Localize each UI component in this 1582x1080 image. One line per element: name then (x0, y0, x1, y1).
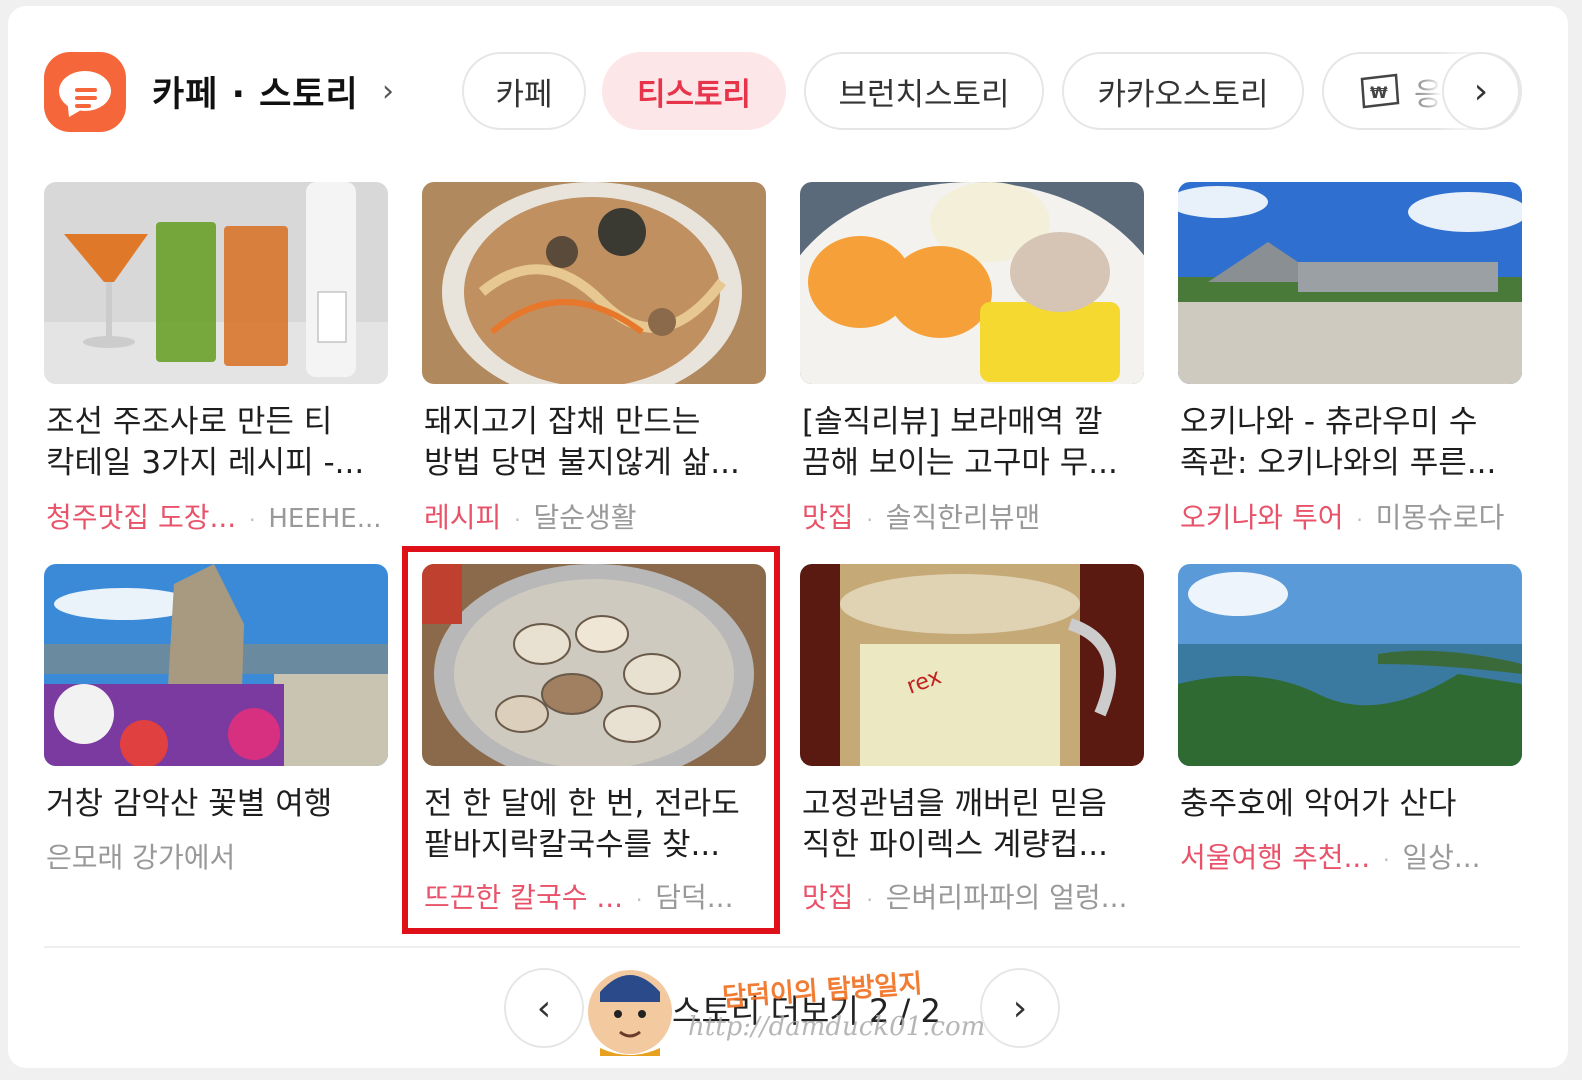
tab-cafe[interactable]: 카페 (462, 52, 586, 130)
post-thumbnail[interactable] (1178, 182, 1522, 384)
post-author[interactable]: 일상... (1402, 841, 1480, 874)
separator-dot: · (514, 508, 521, 532)
post-thumbnail[interactable] (800, 182, 1144, 384)
separator-dot: · (866, 508, 873, 532)
post-title-line: 직한 파이렉스 계량컵... (802, 827, 1108, 863)
post-title-line: 칵테일 3가지 레시피 -... (46, 445, 365, 481)
post-author[interactable]: 달순생활 (533, 501, 636, 534)
post-category[interactable]: 청주맛집 도장... (46, 501, 236, 534)
post-category[interactable]: 맛집 (802, 881, 854, 914)
post-title-line: 돼지고기 잡채 만드는 (424, 404, 701, 440)
post-category[interactable]: 오키나와 투어 (1180, 501, 1343, 534)
post-author[interactable]: 미몽슈로다 (1376, 501, 1505, 534)
post-meta: 오키나와 투어 · 미몽슈로다 (1180, 496, 1530, 536)
post-category[interactable]: 맛집 (802, 501, 854, 534)
post-title-line: 조선 주조사로 만든 티 (46, 404, 333, 440)
highlight-box (402, 546, 780, 934)
tab-kakao-story[interactable]: 카카오스토리 (1062, 52, 1304, 130)
post-thumbnail[interactable] (44, 182, 388, 384)
separator-dot: · (866, 888, 873, 912)
post-title[interactable]: 오키나와 - 츄라우미 수 족관: 오키나와의 푸른... (1180, 402, 1530, 484)
post-title-line: 방법 당면 불지않게 삶... (424, 445, 740, 481)
post-thumbnail[interactable] (44, 564, 388, 766)
svg-text:₩: ₩ (1370, 83, 1388, 102)
ticket-icon: ₩ (1360, 73, 1400, 109)
post-title-line: 거창 감악산 꽃별 여행 (46, 786, 333, 822)
post-title[interactable]: 조선 주조사로 만든 티 칵테일 3가지 레시피 -... (46, 402, 396, 484)
post-meta: 서울여행 추천... · 일상... (1180, 836, 1530, 876)
post-title-line: 고정관념을 깨버린 믿음 (802, 786, 1107, 822)
post-meta: 맛집 · 솔직한리뷰맨 (802, 496, 1152, 536)
post-thumbnail[interactable]: rex (800, 564, 1144, 766)
section-title[interactable]: 카페 · 스토리 (152, 66, 359, 116)
separator-dot: · (1383, 848, 1390, 872)
post-meta: 맛집 · 은벼리파파의 얼렁... (802, 876, 1152, 916)
pager-prev-button[interactable]: ‹ (504, 968, 584, 1048)
tab-brunch-story[interactable]: 브런치스토리 (804, 52, 1044, 130)
separator-dot: · (1356, 508, 1363, 532)
story-card (8, 6, 1568, 1068)
post-category[interactable]: 레시피 (424, 501, 501, 534)
post-title-line: 족관: 오키나와의 푸른... (1180, 445, 1497, 481)
post-meta: 청주맛집 도장... · HEEHE... (46, 496, 396, 536)
post-title-line: 끔해 보이는 고구마 무... (802, 445, 1118, 481)
post-title[interactable]: [솔직리뷰] 보라매역 깔 끔해 보이는 고구마 무... (802, 402, 1152, 484)
post-title[interactable]: 고정관념을 깨버린 믿음 직한 파이렉스 계량컵... (802, 784, 1152, 866)
watermark-url: http://damduck01.com (688, 1012, 986, 1042)
post-author[interactable]: 은벼리파파의 얼렁... (886, 881, 1128, 914)
pager-next-button[interactable]: › (980, 968, 1060, 1048)
post-title[interactable]: 돼지고기 잡채 만드는 방법 당면 불지않게 삶... (424, 402, 774, 484)
tab-tistory[interactable]: 티스토리 (602, 52, 786, 130)
post-title[interactable]: 충주호에 악어가 산다 (1180, 784, 1530, 825)
post-title-line: 오키나와 - 츄라우미 수 (1180, 404, 1478, 440)
post-author[interactable]: 은모래 강가에서 (46, 841, 235, 874)
chevron-right-icon[interactable]: › (382, 74, 394, 109)
post-thumbnail[interactable] (422, 182, 766, 384)
separator-dot: · (249, 508, 256, 532)
post-title-line: [솔직리뷰] 보라매역 깔 (802, 404, 1103, 440)
post-category[interactable]: 서울여행 추천... (1180, 841, 1370, 874)
post-title[interactable]: 거창 감악산 꽃별 여행 (46, 784, 396, 825)
post-meta: 은모래 강가에서 (46, 836, 396, 876)
divider (44, 946, 1520, 948)
tab-partial-label: 응 (1414, 76, 1443, 113)
post-meta: 레시피 · 달순생활 (424, 496, 774, 536)
watermark-avatar (586, 962, 674, 1056)
post-title-line: 충주호에 악어가 산다 (1180, 786, 1457, 822)
post-author[interactable]: HEEHE... (268, 504, 381, 534)
cafe-story-logo-icon[interactable] (44, 52, 126, 132)
tabs-next-button[interactable]: › (1442, 52, 1520, 130)
post-thumbnail[interactable] (1178, 564, 1522, 766)
post-author[interactable]: 솔직한리뷰맨 (886, 501, 1041, 534)
